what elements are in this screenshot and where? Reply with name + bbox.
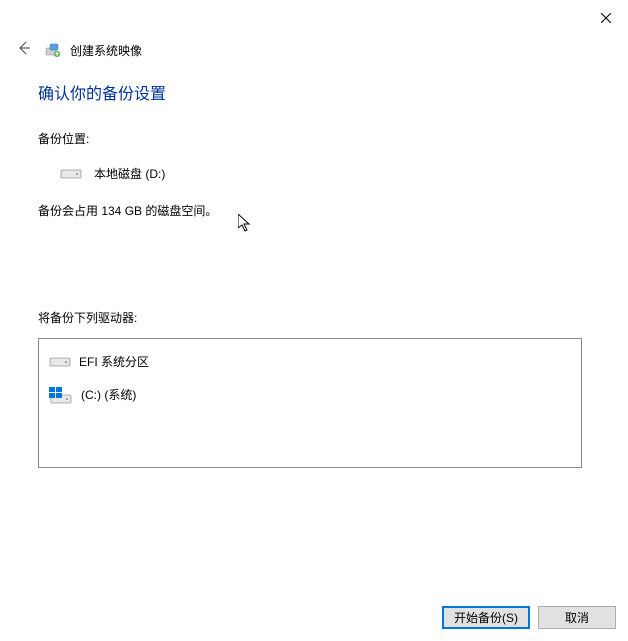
system-image-icon bbox=[44, 42, 62, 60]
drives-list: EFI 系统分区 (C:) (系统) bbox=[38, 338, 582, 468]
backup-location-label: 备份位置: bbox=[38, 130, 588, 147]
drives-label: 将备份下列驱动器: bbox=[38, 309, 588, 326]
hdd-icon bbox=[49, 355, 71, 369]
drive-name: (C:) (系统) bbox=[81, 386, 136, 403]
back-arrow-icon[interactable] bbox=[12, 38, 36, 63]
drive-item: EFI 系统分区 bbox=[47, 349, 573, 374]
backup-size-info: 备份会占用 134 GB 的磁盘空间。 bbox=[38, 202, 588, 219]
backup-location-value: 本地磁盘 (D:) bbox=[94, 165, 165, 182]
drive-name: EFI 系统分区 bbox=[79, 353, 149, 370]
close-button[interactable] bbox=[596, 8, 616, 28]
window-title: 创建系统映像 bbox=[70, 42, 142, 59]
start-backup-button[interactable]: 开始备份(S) bbox=[442, 606, 530, 629]
page-heading: 确认你的备份设置 bbox=[38, 80, 588, 104]
cancel-button[interactable]: 取消 bbox=[538, 606, 616, 629]
backup-location: 本地磁盘 (D:) bbox=[60, 165, 588, 182]
windows-hdd-icon bbox=[49, 387, 73, 403]
drive-item: (C:) (系统) bbox=[47, 382, 573, 407]
header: 创建系统映像 bbox=[12, 38, 142, 63]
footer: 开始备份(S) 取消 bbox=[442, 606, 616, 629]
content-area: 确认你的备份设置 备份位置: 本地磁盘 (D:) 备份会占用 134 GB 的磁… bbox=[38, 80, 588, 468]
hdd-icon bbox=[60, 167, 82, 181]
